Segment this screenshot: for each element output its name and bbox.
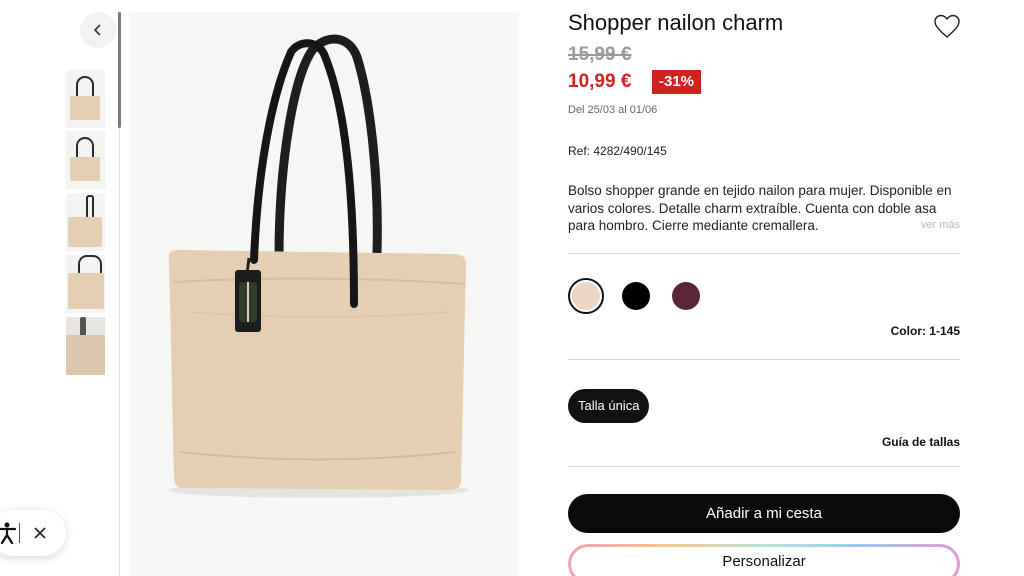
promo-date-range: Del 25/03 al 01/06 bbox=[568, 104, 658, 116]
thumbnail-5[interactable] bbox=[66, 317, 105, 375]
back-button[interactable] bbox=[80, 12, 116, 48]
swatch-fill bbox=[622, 282, 650, 310]
color-swatch-beige[interactable] bbox=[568, 278, 604, 314]
thumbnail-2[interactable] bbox=[66, 131, 105, 189]
thumbnail-4[interactable] bbox=[66, 255, 105, 313]
thumbnail-1[interactable] bbox=[66, 70, 105, 128]
divider bbox=[568, 359, 960, 360]
thumbnail-column bbox=[0, 0, 121, 576]
divider bbox=[568, 253, 960, 254]
selected-color-label: Color: 1-145 bbox=[890, 324, 960, 338]
swatch-fill bbox=[672, 282, 700, 310]
accessibility-icon bbox=[0, 522, 16, 544]
heart-icon[interactable] bbox=[934, 14, 960, 40]
gallery-scrollbar-thumb[interactable] bbox=[118, 12, 121, 128]
size-guide-link[interactable]: Guía de tallas bbox=[882, 435, 960, 449]
size-option-one-size[interactable]: Talla única bbox=[568, 389, 650, 423]
product-reference: Ref: 4282/490/145 bbox=[568, 144, 667, 158]
original-price: 15,99 € bbox=[568, 44, 632, 65]
color-swatch-burgundy[interactable] bbox=[668, 278, 704, 314]
divider bbox=[568, 466, 960, 467]
accessibility-widget[interactable] bbox=[0, 510, 66, 556]
product-title: Shopper nailon charm bbox=[568, 10, 784, 35]
sale-price: 10,99 € bbox=[568, 71, 632, 92]
main-product-image[interactable] bbox=[129, 12, 519, 576]
product-description: Bolso shopper grande en tejido nailon pa… bbox=[568, 183, 952, 233]
see-more-link[interactable]: ver más bbox=[921, 219, 960, 231]
swatch-fill bbox=[572, 282, 600, 310]
color-swatch-black[interactable] bbox=[618, 278, 654, 314]
personalize-button[interactable]: Personalizar bbox=[568, 544, 960, 576]
personalize-label: Personalizar bbox=[571, 547, 957, 576]
widget-separator bbox=[19, 523, 20, 543]
shopper-bag-illustration bbox=[168, 34, 469, 498]
chevron-left-icon bbox=[93, 24, 101, 36]
add-to-cart-button[interactable]: Añadir a mi cesta bbox=[568, 494, 960, 533]
thumbnail-3[interactable] bbox=[66, 193, 105, 251]
discount-badge: -31% bbox=[652, 70, 702, 94]
product-details-panel: Shopper nailon charm 15,99 € 10,99 € -31… bbox=[568, 0, 960, 576]
close-icon[interactable] bbox=[34, 527, 46, 539]
